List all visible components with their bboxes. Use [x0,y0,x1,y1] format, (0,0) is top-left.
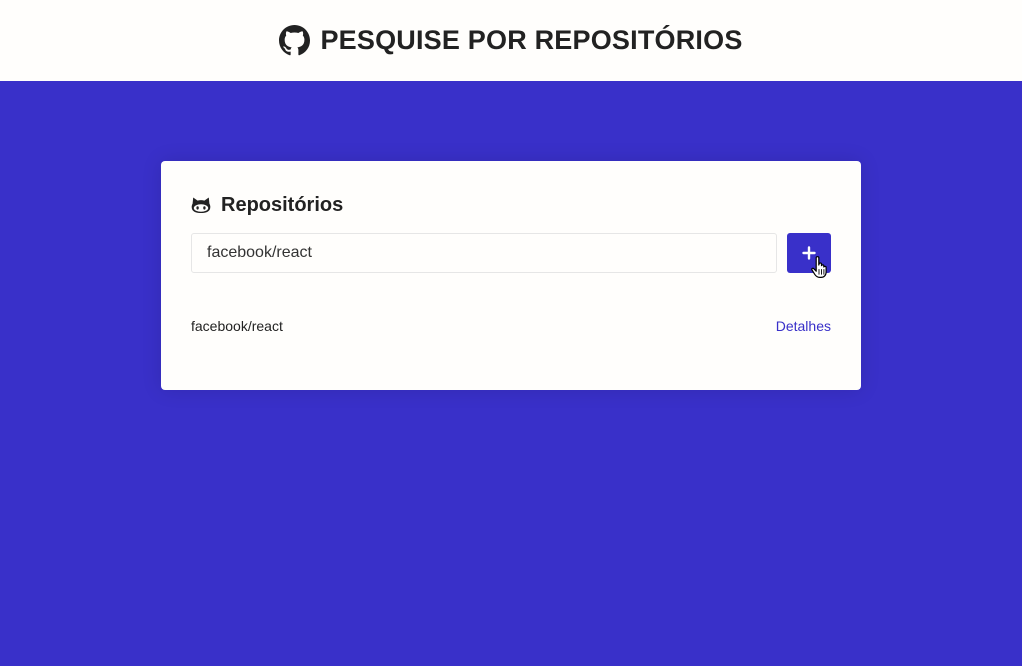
repository-item: facebook/react Detalhes [191,316,831,336]
repository-input[interactable] [191,233,777,273]
details-link[interactable]: Detalhes [776,318,831,334]
cat-icon [191,195,211,215]
repository-list: facebook/react Detalhes [191,316,831,336]
card-title: Repositórios [221,193,344,216]
top-bar: PESQUISE POR REPOSITÓRIOS [0,0,1022,81]
add-repository-button[interactable] [787,233,831,278]
page-title: PESQUISE POR REPOSITÓRIOS [320,25,743,55]
repositories-card: Repositórios facebook/react Detalhes [161,161,861,390]
repository-name: facebook/react [191,318,283,334]
title-group: PESQUISE POR REPOSITÓRIOS [279,25,742,56]
add-repository-form [191,233,831,278]
card-header: Repositórios [191,193,831,217]
github-icon [279,25,311,56]
